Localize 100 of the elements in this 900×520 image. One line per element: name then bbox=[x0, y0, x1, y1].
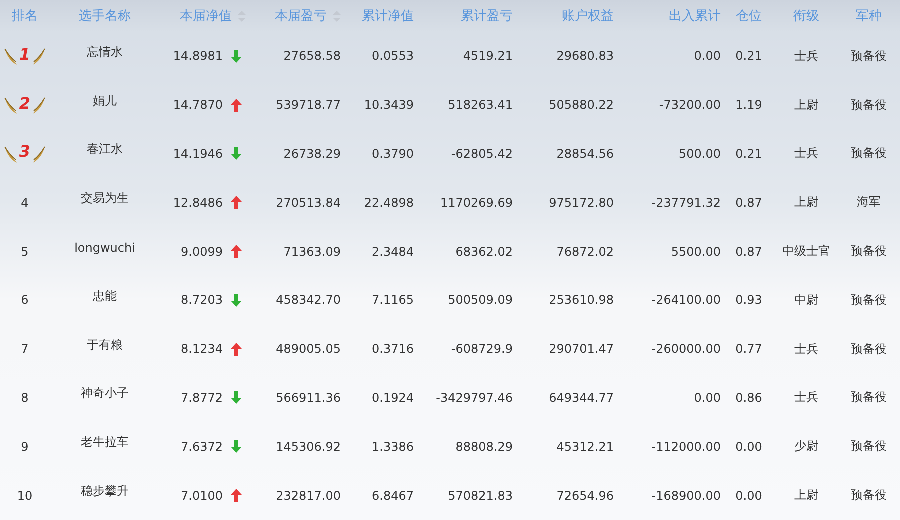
table-cell: 0.00 bbox=[736, 488, 762, 503]
table-cell: 中级士官 bbox=[782, 243, 830, 260]
table-cell: 145306.92 bbox=[276, 440, 341, 454]
column-header[interactable]: 仓位 bbox=[736, 7, 762, 25]
rank-number: 1 bbox=[19, 44, 31, 64]
player-name[interactable]: 神奇小子 bbox=[81, 385, 129, 402]
table-cell: -73200.00 bbox=[659, 98, 721, 112]
player-name[interactable]: 忘情水 bbox=[87, 44, 123, 61]
table-cell: 26738.29 bbox=[284, 146, 341, 161]
player-name[interactable]: 老牛拉车 bbox=[81, 434, 129, 452]
table-cell: 0.87 bbox=[736, 196, 762, 210]
table-cell: 预备役 bbox=[851, 340, 887, 358]
table-cell: 45312.21 bbox=[556, 440, 614, 454]
table-cell: 士兵 bbox=[794, 145, 818, 162]
table-cell: 7.1165 bbox=[372, 293, 414, 308]
table-cell: 27658.58 bbox=[284, 49, 341, 64]
table-cell: 1.3386 bbox=[372, 440, 414, 454]
table-cell: 253610.98 bbox=[549, 293, 614, 308]
rank-number: 10 bbox=[17, 488, 33, 503]
player-name[interactable]: 稳步攀升 bbox=[81, 483, 129, 500]
table-cell: 7.8772 bbox=[181, 390, 223, 405]
table-cell: 975172.80 bbox=[549, 196, 614, 210]
table-cell: -112000.00 bbox=[652, 440, 721, 454]
table-cell: 1.19 bbox=[736, 98, 762, 112]
player-name[interactable]: 交易为生 bbox=[81, 190, 129, 208]
table-cell: 1170269.69 bbox=[440, 196, 513, 210]
table-cell: 0.87 bbox=[736, 244, 762, 259]
table-cell: 232817.00 bbox=[276, 488, 341, 503]
column-header[interactable]: 选手名称 bbox=[79, 7, 131, 25]
table-cell: 中尉 bbox=[794, 292, 818, 309]
table-cell: 489005.05 bbox=[276, 342, 341, 356]
column-header[interactable]: 本届净值 bbox=[180, 7, 246, 25]
table-cell: -608729.9 bbox=[451, 342, 513, 356]
table-cell: 少尉 bbox=[794, 438, 818, 456]
table-cell: 上尉 bbox=[794, 194, 818, 212]
table-cell: 预备役 bbox=[851, 48, 887, 65]
table-cell: 72654.96 bbox=[556, 488, 614, 503]
column-header[interactable]: 累计净值 bbox=[362, 7, 414, 25]
table-cell: 88808.29 bbox=[456, 440, 513, 454]
rank-number: 7 bbox=[21, 342, 29, 356]
table-cell: 76872.02 bbox=[556, 244, 614, 259]
table-cell: 士兵 bbox=[794, 48, 818, 65]
table-cell: 预备役 bbox=[851, 292, 887, 309]
column-header[interactable]: 出入累计 bbox=[669, 7, 721, 25]
table-cell: 570821.83 bbox=[448, 488, 513, 503]
table-cell: 0.00 bbox=[694, 390, 721, 405]
table-cell: 5500.00 bbox=[671, 244, 721, 259]
table-cell: -260000.00 bbox=[652, 342, 721, 356]
table-cell: -237791.32 bbox=[652, 196, 721, 210]
table-cell: 539718.77 bbox=[276, 98, 341, 112]
table-cell: 68362.02 bbox=[456, 244, 513, 259]
table-cell: 0.21 bbox=[736, 49, 762, 64]
table-cell: 270513.84 bbox=[276, 196, 341, 210]
table-cell: -264100.00 bbox=[652, 293, 721, 308]
wing-icon bbox=[4, 46, 18, 66]
column-header[interactable]: 军种 bbox=[856, 7, 882, 25]
table-cell: 预备役 bbox=[851, 389, 887, 406]
table-cell: 290701.47 bbox=[549, 342, 614, 356]
table-cell: 预备役 bbox=[851, 96, 887, 114]
column-header[interactable]: 累计盈亏 bbox=[461, 7, 513, 25]
table-cell: 预备役 bbox=[851, 438, 887, 456]
table-cell: 14.7870 bbox=[173, 98, 223, 112]
table-cell: 505880.22 bbox=[549, 98, 614, 112]
table-cell: 28854.56 bbox=[556, 146, 614, 161]
player-name[interactable]: 忠能 bbox=[93, 288, 117, 305]
table-cell: 518263.41 bbox=[448, 98, 513, 112]
table-cell: -3429797.46 bbox=[436, 390, 513, 405]
table-cell: 14.1946 bbox=[173, 146, 223, 161]
table-cell: 6.8467 bbox=[372, 488, 414, 503]
player-name[interactable]: 娟儿 bbox=[93, 92, 117, 110]
table-cell: 4519.21 bbox=[463, 49, 513, 64]
wing-icon bbox=[4, 95, 18, 116]
column-header[interactable]: 账户权益 bbox=[562, 7, 614, 25]
table-cell: 500509.09 bbox=[448, 293, 513, 308]
rank-number: 9 bbox=[21, 440, 29, 454]
table-cell: 0.3716 bbox=[372, 342, 414, 356]
table-cell: 预备役 bbox=[851, 145, 887, 162]
column-header[interactable]: 衔级 bbox=[794, 7, 820, 25]
table-cell: 9.0099 bbox=[181, 244, 223, 259]
column-header[interactable]: 本届盈亏 bbox=[275, 7, 341, 25]
table-cell: 上尉 bbox=[794, 96, 818, 114]
table-cell: 0.86 bbox=[736, 390, 762, 405]
table-cell: 8.7203 bbox=[181, 293, 223, 308]
table-cell: 8.1234 bbox=[181, 342, 223, 356]
table-cell: 2.3484 bbox=[372, 244, 414, 259]
table-cell: 7.0100 bbox=[181, 488, 223, 503]
player-name[interactable]: 于有粮 bbox=[87, 336, 123, 354]
player-name[interactable]: longwuchi bbox=[74, 240, 136, 255]
table-cell: -168900.00 bbox=[652, 488, 721, 503]
table-cell: 0.00 bbox=[694, 49, 721, 64]
wing-icon bbox=[32, 46, 46, 66]
table-cell: 22.4898 bbox=[364, 196, 414, 210]
table-cell: -62805.42 bbox=[451, 146, 513, 161]
table-cell: 7.6372 bbox=[181, 440, 223, 454]
table-cell: 10.3439 bbox=[364, 98, 414, 112]
table-cell: 士兵 bbox=[794, 389, 818, 406]
table-cell: 0.77 bbox=[736, 342, 762, 356]
table-cell: 海军 bbox=[857, 194, 881, 212]
column-header[interactable]: 排名 bbox=[12, 7, 38, 25]
player-name[interactable]: 春江水 bbox=[87, 141, 123, 158]
